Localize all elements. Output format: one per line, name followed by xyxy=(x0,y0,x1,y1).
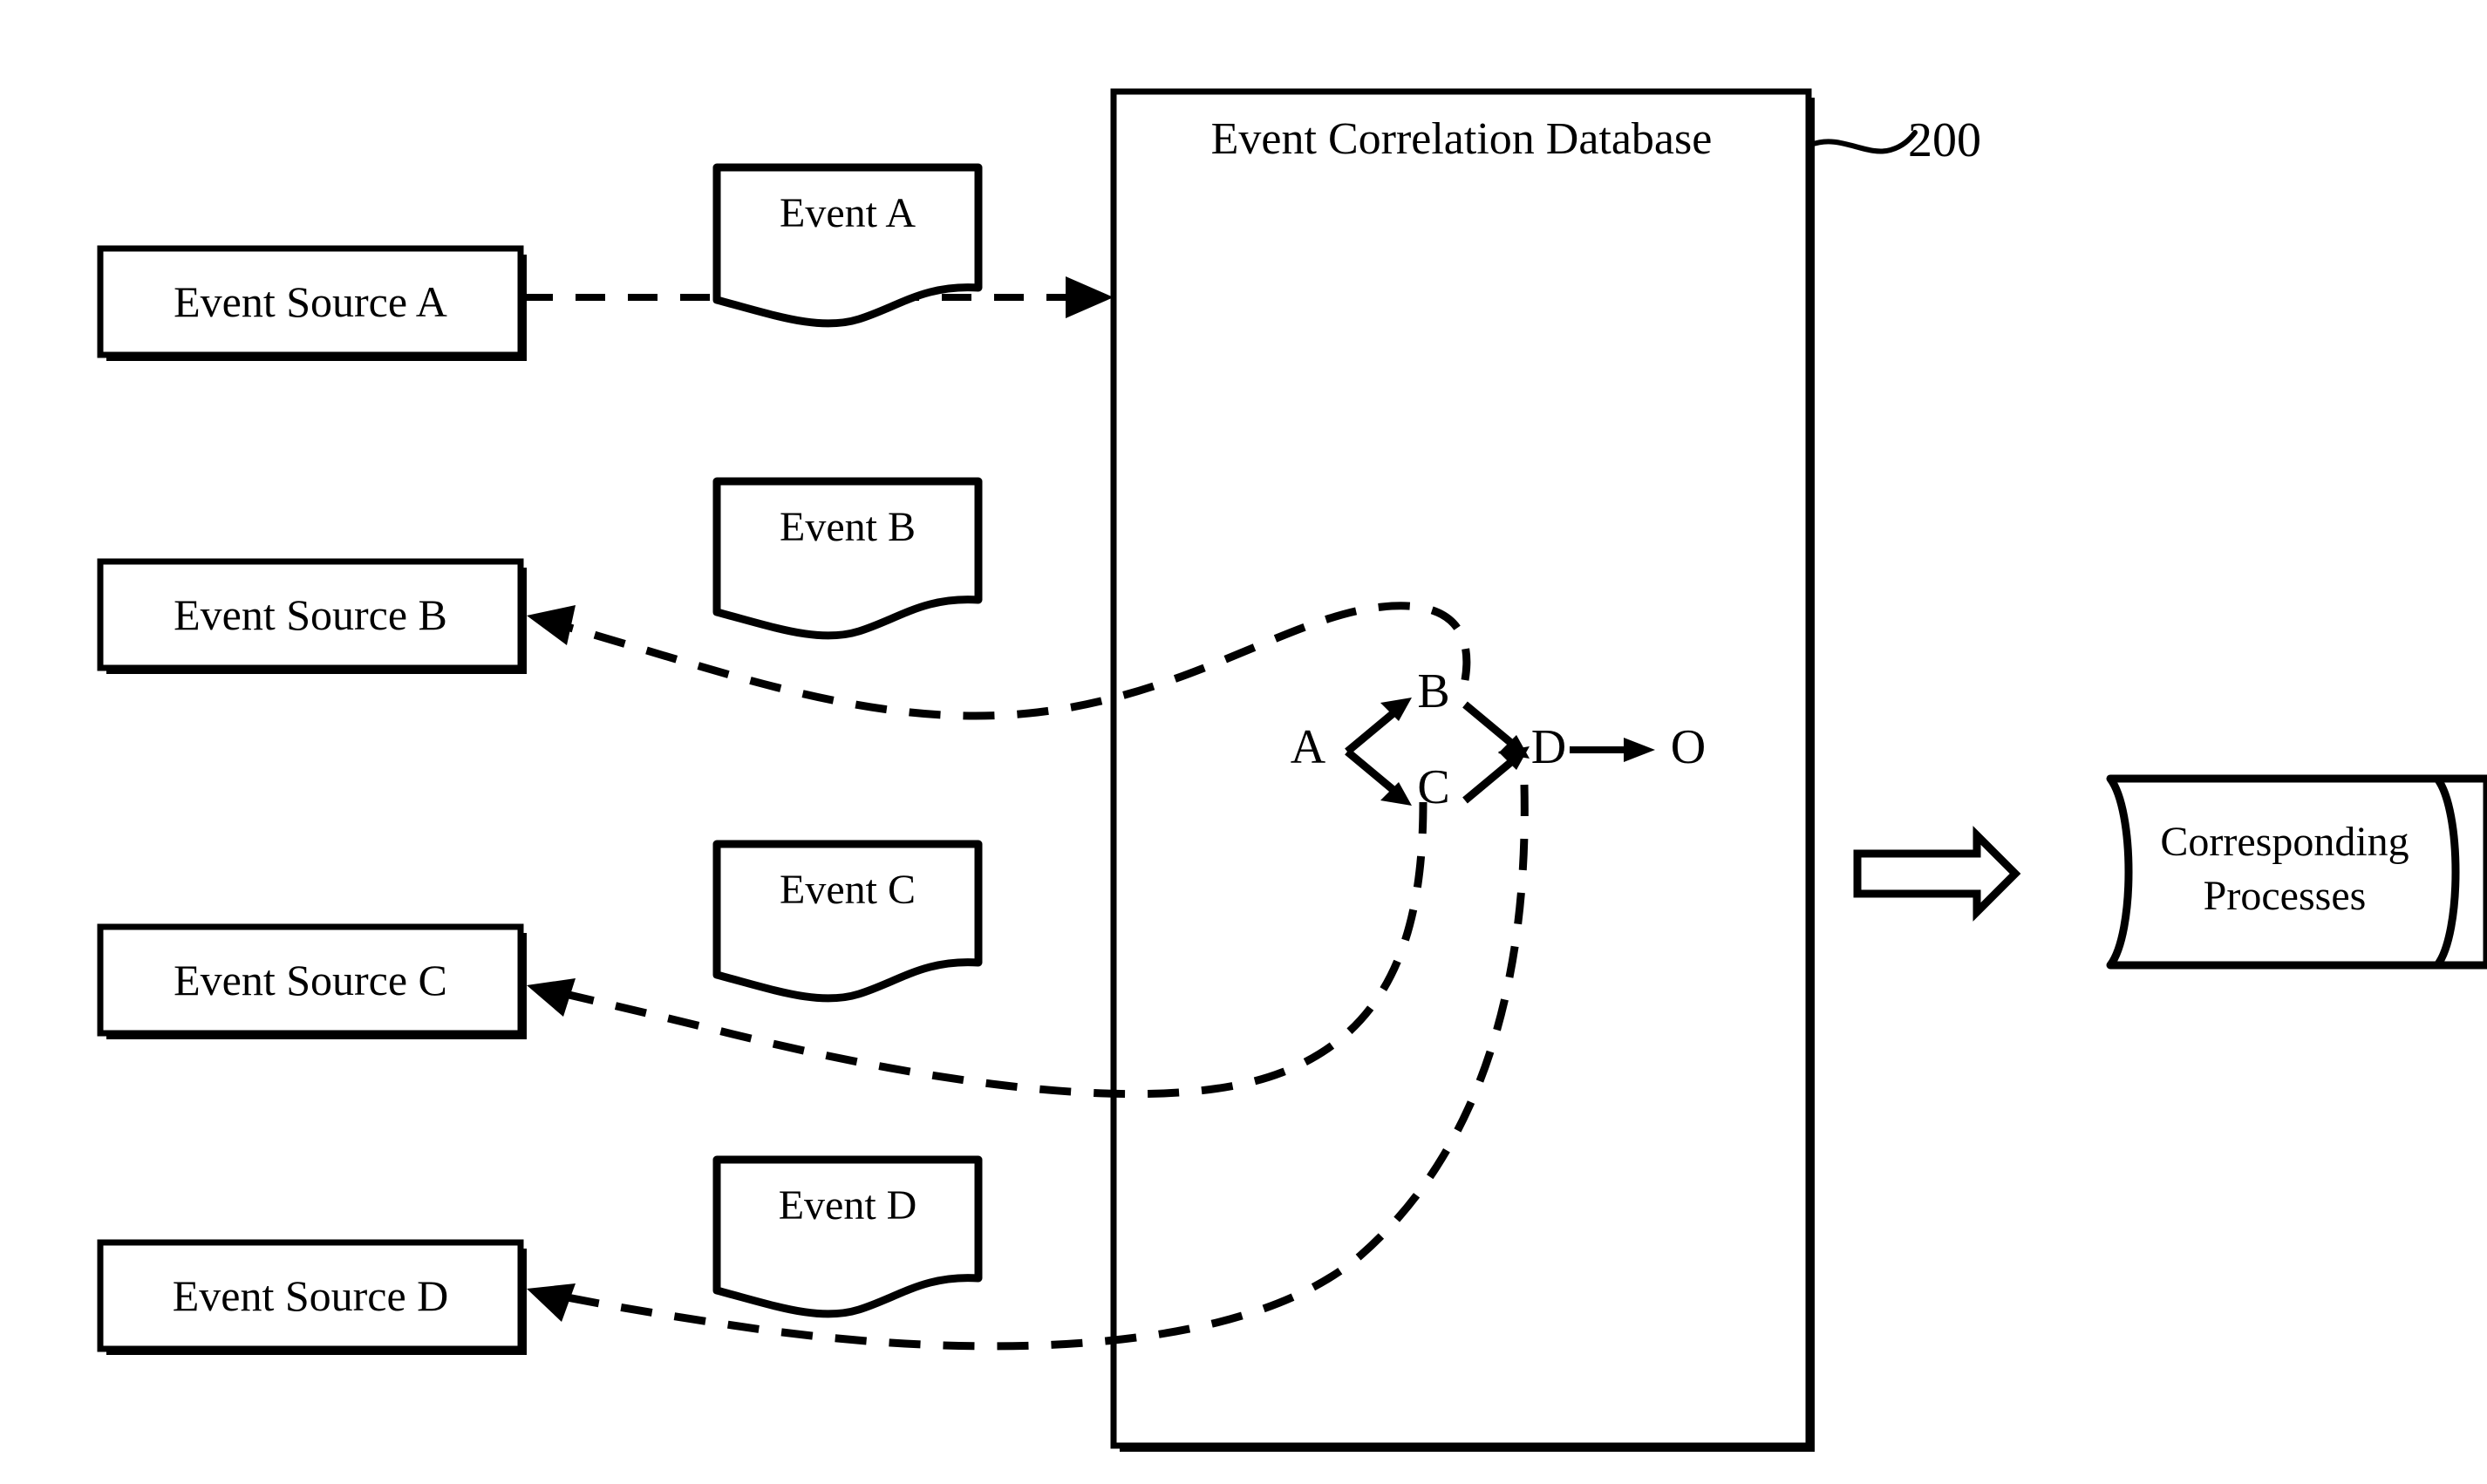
event-source-a-label: Event Source A xyxy=(174,277,447,326)
event-source-c-label: Event Source C xyxy=(174,956,447,1004)
event-d-label: Event D xyxy=(778,1182,917,1229)
event-c-label: Event C xyxy=(780,867,916,913)
reference-numeral-200: 200 xyxy=(1908,113,1981,167)
diagram-vector-layer xyxy=(97,88,2487,1452)
correlation-node-c: C xyxy=(1417,760,1450,814)
event-source-b-label: Event Source B xyxy=(174,590,447,639)
event-correlation-database-title: Event Correlation Database xyxy=(1210,114,1713,164)
event-a-label: Event A xyxy=(780,190,916,236)
corresponding-processes-line2: Processes xyxy=(2203,873,2367,919)
patent-figure: Event Source A Event Source B Event Sour… xyxy=(0,0,2487,1484)
event-source-d-label: Event Source D xyxy=(172,1271,449,1320)
event-b-label: Event B xyxy=(780,504,916,550)
output-block-arrow xyxy=(1853,826,2021,922)
correlation-node-b: B xyxy=(1417,664,1450,718)
reference-leader-line xyxy=(1809,130,1918,154)
correlation-node-a: A xyxy=(1290,720,1326,774)
correlation-node-d: D xyxy=(1530,720,1567,774)
correlation-node-o: O xyxy=(1670,720,1707,774)
corresponding-processes-line1: Corresponding xyxy=(2160,819,2409,865)
